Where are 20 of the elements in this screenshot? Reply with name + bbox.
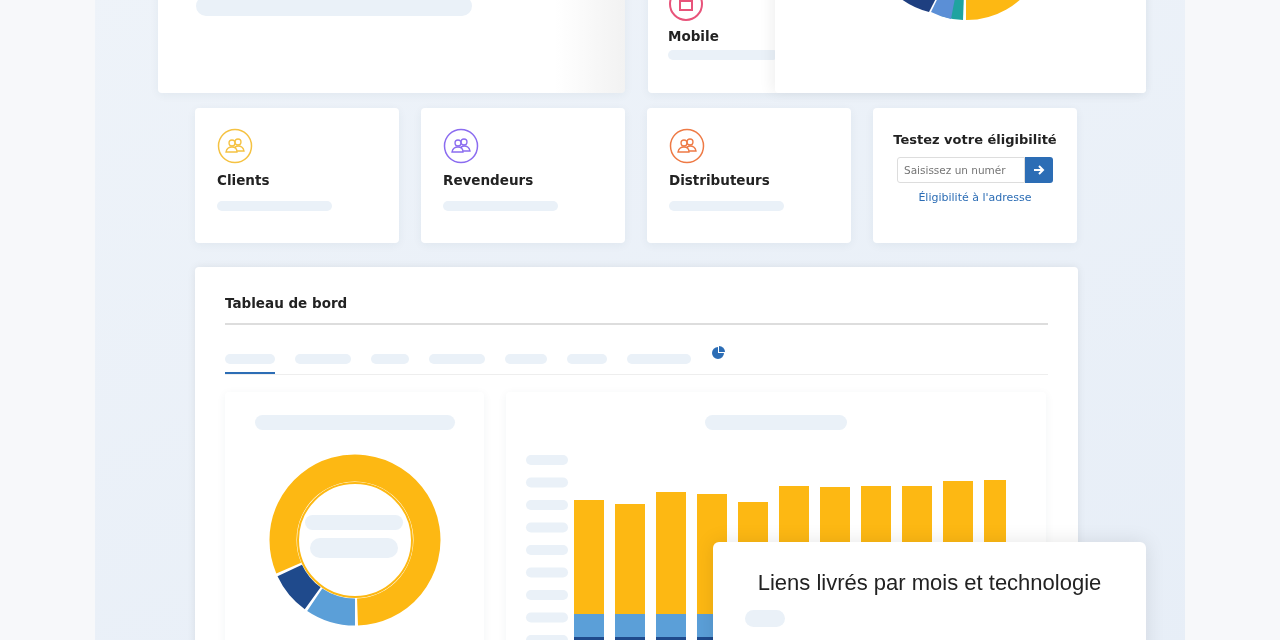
arrow-right-icon [1033,164,1045,176]
chart-title: Liens livrés par mois et technologie [757,570,1102,596]
card-title: Revendeurs [443,172,535,188]
stacked-bar [738,502,768,542]
stacked-bar [902,486,932,542]
stacked-bar [943,481,973,542]
submit-button[interactable] [1025,157,1053,183]
card-title: Testez votre éligibilité [893,132,1057,147]
stacked-bar [779,486,809,542]
pie-chart-icon [711,346,725,360]
panel-title: Tableau de bord [225,295,1048,325]
stacked-bar [984,480,1006,542]
number-input-field[interactable]: Saisissez un numér [897,157,1025,183]
card-title: Distributeurs [669,172,771,188]
tab[interactable] [225,354,275,374]
address-eligibility-link[interactable]: Éligibilité à l'adresse [918,191,1032,204]
stacked-bar [861,486,891,542]
card-title: Mobile [668,28,720,44]
card-title: Clients [217,172,271,188]
stacked-bar [820,487,850,542]
